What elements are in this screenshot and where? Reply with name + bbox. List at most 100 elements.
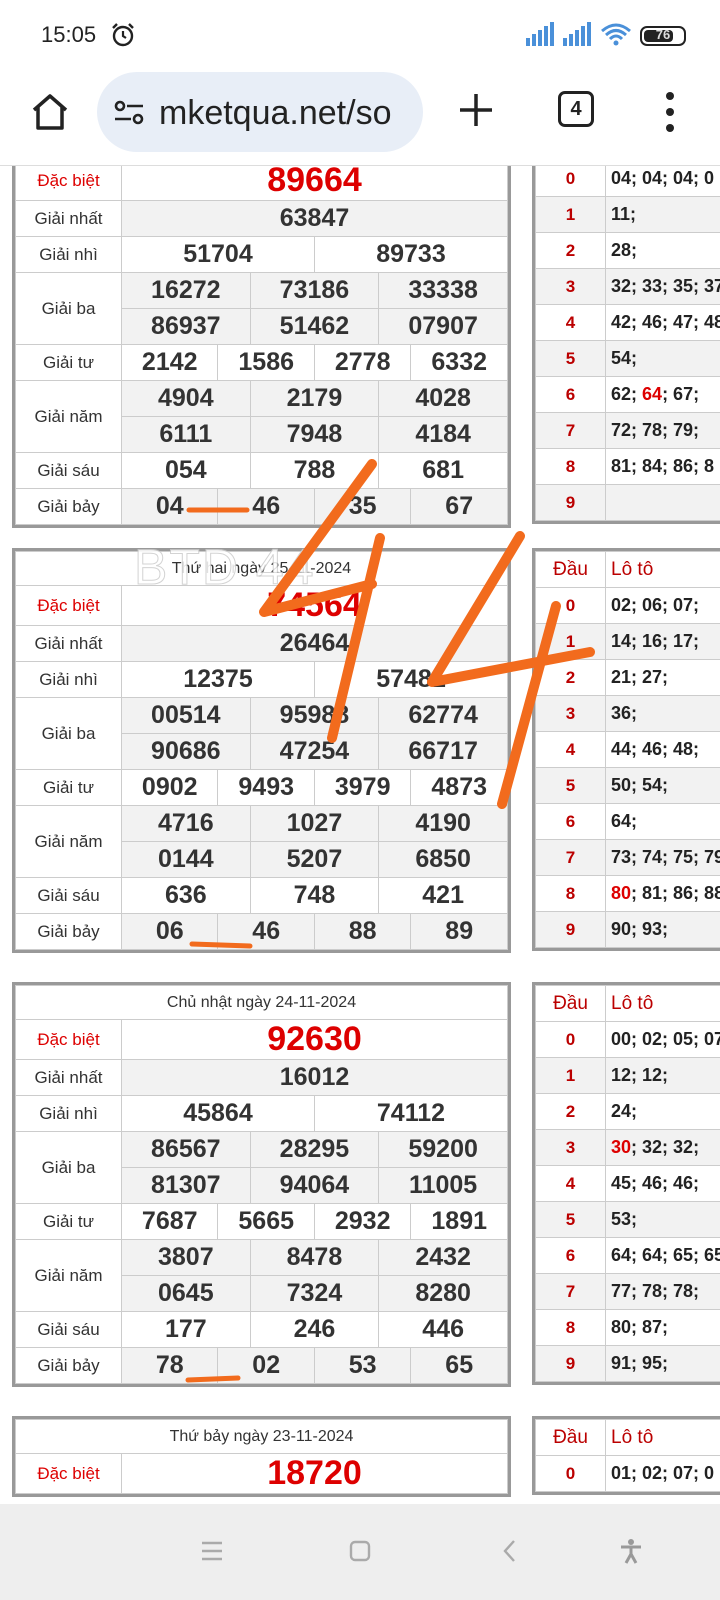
loto-row: 8 81; 84; 86; 8 (535, 448, 720, 485)
loto-row: 3 30; 32; 32; (535, 1129, 720, 1166)
loto-values: 30; 32; 32; (605, 1129, 720, 1166)
loto-values: 36; (605, 695, 720, 732)
giai-ba-value: 73186 (249, 272, 380, 309)
home-icon[interactable] (28, 90, 72, 134)
giai-nam-value: 4904 (121, 380, 251, 417)
loto-values-text: 12; 12; (611, 1065, 669, 1085)
loto-values-text: 72; 78; 79; (611, 420, 700, 440)
loto-panel-4: Đầu Lô tô 0 01; 02; 07; 0 (532, 1416, 720, 1495)
loto-dau-digit: 3 (535, 1129, 606, 1166)
tune-icon[interactable] (113, 100, 145, 126)
giai-nhi-value: 89733 (313, 236, 509, 273)
label-giai-bay: Giải bảy (15, 488, 122, 525)
loto-row: 4 42; 46; 47; 48 (535, 304, 720, 341)
loto-values: 80; 87; (605, 1309, 720, 1346)
loto-table-3: Đầu Lô tô 0 00; 02; 05; 07 1 12; 12; 2 24; 3 30; … (535, 985, 720, 1382)
dac-biet-value: 74564 (121, 585, 508, 626)
loto-row: 8 80; 81; 86; 88 (535, 875, 720, 912)
loto-row: 5 50; 54; (535, 767, 720, 804)
loto-row: 1 11; (535, 196, 720, 233)
battery-level: 76 (655, 27, 671, 42)
loto-special-number: 64 (642, 384, 663, 404)
loto-values-text: 77; 78; 78; (611, 1281, 700, 1301)
label-giai-nhat: Giải nhất (15, 200, 122, 237)
giai-tu-value: 1891 (410, 1203, 508, 1240)
loto-header-loto: Lô tô (605, 1419, 720, 1456)
giai-ba-value: 66717 (378, 733, 508, 770)
recents-menu-icon[interactable] (199, 1538, 225, 1564)
loto-values-text: 04; 04; 04; 0 (611, 168, 715, 188)
loto-header-dau: Đầu (535, 1419, 606, 1456)
accessibility-icon[interactable] (618, 1538, 644, 1564)
loto-values: 77; 78; 78; (605, 1273, 720, 1310)
results-content[interactable]: Đặc biệt 89664 Giải nhất 63847 Giải nhì … (0, 166, 720, 1504)
giai-bay-value: 88 (313, 913, 412, 950)
tabs-count-button[interactable]: 4 (558, 91, 594, 127)
loto-values: 01; 02; 07; 0 (605, 1455, 720, 1492)
result-date: Chủ nhật ngày 24-11-2024 (15, 985, 508, 1020)
kebab-menu-icon[interactable] (660, 90, 680, 134)
giai-tu-value: 6332 (410, 344, 508, 381)
loto-dau-digit: 6 (535, 376, 606, 413)
giai-tu-value: 7687 (120, 1203, 219, 1240)
loto-values: 21; 27; (605, 659, 720, 696)
loto-row: 3 36; (535, 695, 720, 732)
loto-dau-digit: 2 (535, 1093, 606, 1130)
giai-nam-value: 6850 (378, 841, 508, 878)
loto-values-text: 01; 02; 07; 0 (611, 1463, 715, 1483)
loto-values-text: 80; 87; (611, 1317, 669, 1337)
loto-dau-digit: 3 (535, 268, 606, 305)
loto-row: 7 72; 78; 79; (535, 412, 720, 449)
loto-row: 1 12; 12; (535, 1057, 720, 1094)
loto-row: 3 32; 33; 35; 37 (535, 268, 720, 305)
home-square-icon[interactable] (347, 1538, 373, 1564)
loto-row: 6 64; 64; 65; 65 (535, 1237, 720, 1274)
browser-toolbar: mketqua.net/so 4 (0, 70, 720, 166)
loto-row: 7 77; 78; 78; (535, 1273, 720, 1310)
giai-nhi-value: 57481 (313, 661, 509, 698)
loto-values-text: 73; 74; 75; 79 (611, 847, 720, 867)
loto-row: 0 01; 02; 07; 0 (535, 1455, 720, 1492)
giai-ba-value: 81307 (121, 1167, 251, 1204)
loto-dau-digit: 8 (535, 875, 606, 912)
system-nav-bar (0, 1504, 720, 1600)
loto-row: 1 14; 16; 17; (535, 623, 720, 660)
giai-sau-value: 788 (249, 452, 380, 489)
giai-ba-value: 28295 (249, 1131, 380, 1168)
plus-icon[interactable] (456, 90, 496, 130)
label-dac-biet: Đặc biệt (15, 1453, 122, 1494)
battery-indicator: 76 (640, 26, 686, 46)
giai-nhi-value: 74112 (313, 1095, 509, 1132)
giai-sau-value: 681 (378, 452, 508, 489)
giai-sau-value: 446 (378, 1311, 508, 1348)
loto-values: 24; (605, 1093, 720, 1130)
loto-dau-digit: 4 (535, 304, 606, 341)
result-table-4: Thứ bảy ngày 23-11-2024 Đặc biệt 18720 (15, 1419, 508, 1494)
dac-biet-value: 92630 (121, 1019, 508, 1060)
loto-dau-digit: 6 (535, 803, 606, 840)
giai-nhat-value: 26464 (121, 625, 508, 662)
giai-nam-value: 8280 (378, 1275, 508, 1312)
loto-values: 90; 93; (605, 911, 720, 948)
loto-table-4: Đầu Lô tô 0 01; 02; 07; 0 (535, 1419, 720, 1492)
giai-nam-value: 6111 (121, 416, 251, 453)
back-icon[interactable] (497, 1538, 523, 1564)
loto-values-text: 42; 46; 47; 48 (611, 312, 720, 332)
dac-biet-value: 89664 (121, 166, 508, 201)
giai-sau-value: 246 (249, 1311, 380, 1348)
label-giai-nhat: Giải nhất (15, 625, 122, 662)
loto-table-2: Đầu Lô tô 0 02; 06; 07; 1 14; 16; 17; 2 21; 27;… (535, 551, 720, 948)
giai-nhi-value: 45864 (121, 1095, 315, 1132)
loto-dau-digit: 6 (535, 1237, 606, 1274)
loto-dau-digit: 4 (535, 731, 606, 768)
loto-values-text: 21; 27; (611, 667, 669, 687)
giai-tu-value: 2778 (313, 344, 412, 381)
giai-bay-value: 78 (120, 1347, 219, 1384)
address-bar[interactable]: mketqua.net/so (97, 72, 423, 152)
loto-values-text: 64; 64; 65; 65 (611, 1245, 720, 1265)
loto-values: 44; 46; 48; (605, 731, 720, 768)
result-panel-2: Thứ hai ngày 25-11-2024 Đặc biệt 74564 G… (12, 548, 511, 953)
loto-header-loto: Lô tô (605, 551, 720, 588)
url-text[interactable]: mketqua.net/so (159, 94, 391, 133)
loto-values-text: 11; (611, 204, 637, 224)
